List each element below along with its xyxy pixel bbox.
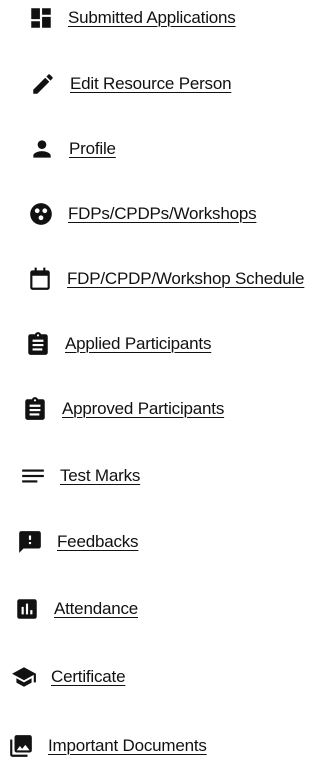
- menu-item-label: Submitted Applications: [68, 8, 236, 27]
- graduation-cap-icon: [11, 664, 37, 690]
- navigation-menu: Submitted Applications Edit Resource Per…: [0, 0, 324, 764]
- menu-item-important-documents[interactable]: Important Documents: [8, 731, 207, 761]
- list-lines-icon: [20, 463, 46, 489]
- clipboard-icon: [25, 331, 51, 357]
- dashboard-icon: [28, 5, 54, 31]
- clipboard-icon: [22, 396, 48, 422]
- image-library-icon: [8, 733, 34, 759]
- person-icon: [29, 136, 55, 162]
- calendar-icon: [27, 266, 53, 292]
- menu-item-label: Applied Participants: [65, 334, 212, 353]
- pencil-icon: [30, 71, 56, 97]
- workshop-circle-icon: [28, 201, 54, 227]
- menu-item-profile[interactable]: Profile: [29, 134, 116, 164]
- menu-item-label: Test Marks: [60, 466, 141, 485]
- menu-item-label: Approved Participants: [62, 399, 225, 418]
- menu-item-label: Important Documents: [48, 736, 207, 755]
- menu-item-label: Feedbacks: [57, 532, 139, 551]
- bar-chart-icon: [14, 596, 40, 622]
- menu-item-certificate[interactable]: Certificate: [11, 662, 126, 692]
- feedback-icon: [17, 529, 43, 555]
- menu-item-label: FDPs/CPDPs/Workshops: [68, 204, 257, 223]
- menu-item-label: Certificate: [51, 667, 126, 686]
- menu-item-submitted-applications[interactable]: Submitted Applications: [28, 3, 236, 33]
- menu-item-feedbacks[interactable]: Feedbacks: [17, 527, 139, 557]
- menu-item-applied-participants[interactable]: Applied Participants: [25, 329, 211, 359]
- menu-item-test-marks[interactable]: Test Marks: [20, 461, 140, 491]
- menu-item-workshop-schedule[interactable]: FDP/CPDP/Workshop Schedule: [27, 264, 305, 294]
- menu-item-label: Attendance: [54, 599, 139, 618]
- menu-item-fdps-cpdps-workshops[interactable]: FDPs/CPDPs/Workshops: [28, 199, 257, 229]
- menu-item-label: FDP/CPDP/Workshop Schedule: [67, 269, 305, 288]
- menu-item-edit-resource-person[interactable]: Edit Resource Person: [30, 69, 232, 99]
- menu-item-approved-participants[interactable]: Approved Participants: [22, 394, 224, 424]
- menu-item-attendance[interactable]: Attendance: [14, 594, 138, 624]
- menu-item-label: Profile: [69, 139, 116, 158]
- menu-item-label: Edit Resource Person: [70, 74, 232, 93]
